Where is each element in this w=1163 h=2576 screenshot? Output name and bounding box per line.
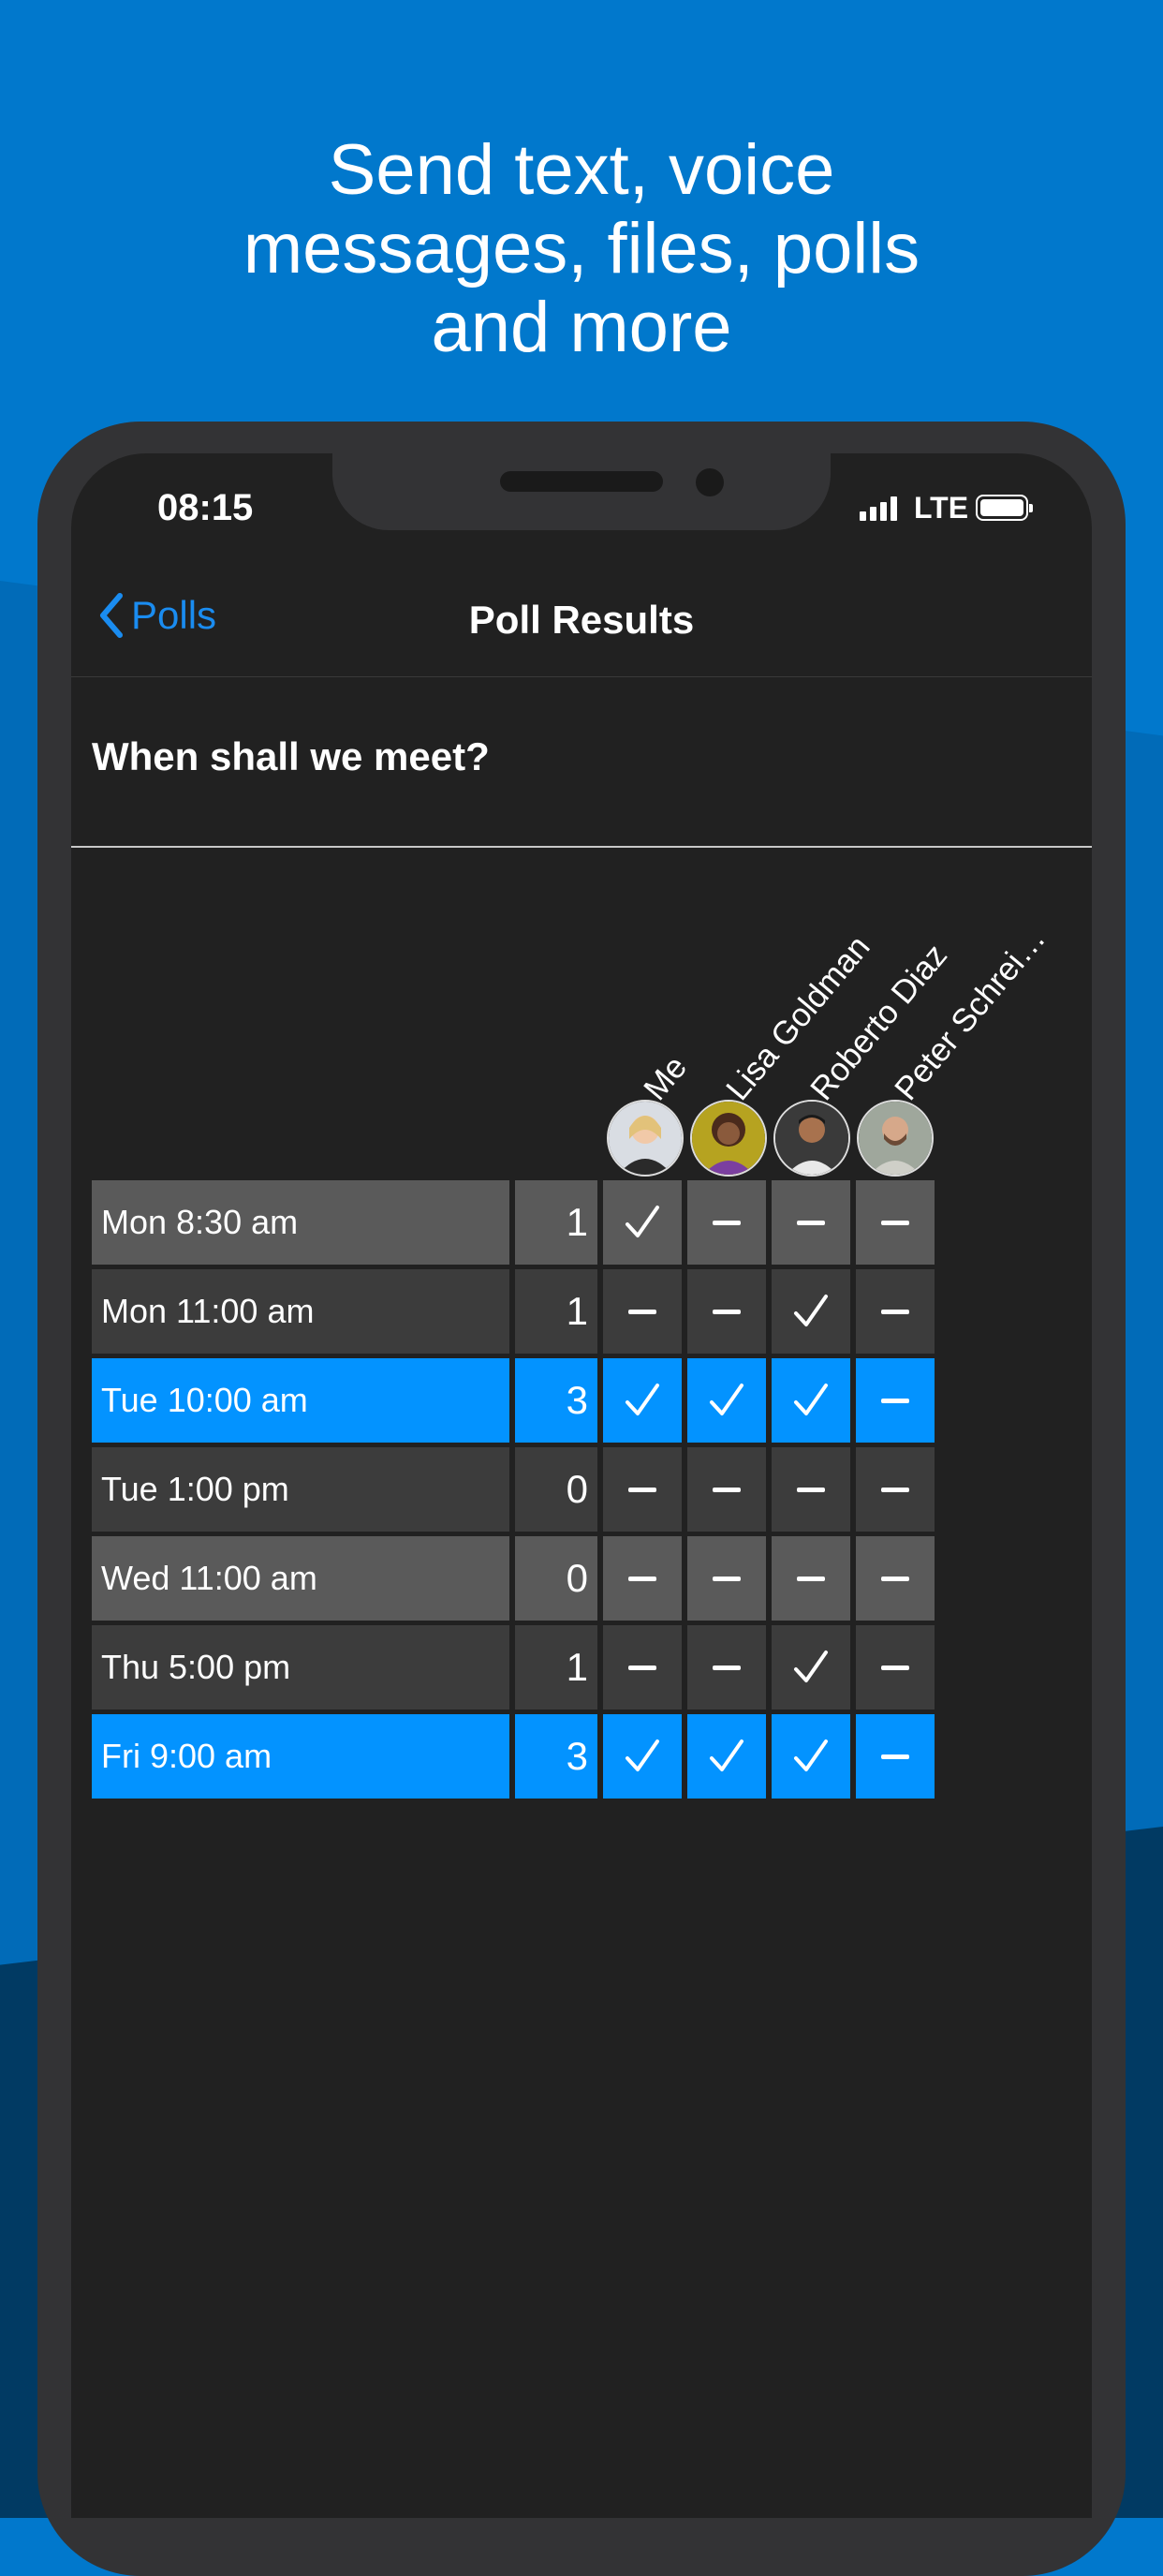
battery-icon xyxy=(976,495,1033,521)
poll-question: When shall we meet? xyxy=(92,734,490,778)
participant-name-peter: Peter Schrei… xyxy=(888,920,1053,1108)
checkmark-icon xyxy=(772,1269,850,1354)
network-type: LTE xyxy=(914,491,969,525)
checkmark-icon xyxy=(687,1714,766,1799)
poll-option-count: 1 xyxy=(515,1269,597,1354)
headline-line-1: Send text, voice xyxy=(328,130,835,210)
poll-option-label: Fri 9:00 am xyxy=(92,1714,509,1799)
checkmark-icon xyxy=(603,1358,682,1443)
poll-option-label: Mon 8:30 am xyxy=(92,1180,509,1265)
dash-icon xyxy=(772,1180,850,1265)
checkmark-icon xyxy=(603,1714,682,1799)
dash-icon xyxy=(856,1180,935,1265)
dash-icon xyxy=(687,1447,766,1532)
poll-option-label: Wed 11:00 am xyxy=(92,1536,509,1621)
page-title: Poll Results xyxy=(468,598,695,642)
dash-icon xyxy=(856,1447,935,1532)
poll-option-count: 0 xyxy=(515,1447,597,1532)
avatar-peter[interactable] xyxy=(857,1100,934,1177)
dash-icon xyxy=(856,1269,935,1354)
dash-icon xyxy=(603,1447,682,1532)
dash-icon xyxy=(856,1625,935,1710)
dash-icon xyxy=(603,1625,682,1710)
poll-option-count: 0 xyxy=(515,1536,597,1621)
avatar-me[interactable] xyxy=(607,1100,684,1177)
dash-icon xyxy=(772,1536,850,1621)
dash-icon xyxy=(856,1714,935,1799)
navigation-bar: Polls Poll Results xyxy=(71,566,1092,677)
dash-icon xyxy=(687,1625,766,1710)
dash-icon xyxy=(687,1180,766,1265)
headline: Send text, voice messages, files, polls … xyxy=(0,131,1163,367)
status-time: 08:15 xyxy=(157,487,254,528)
checkmark-icon xyxy=(687,1358,766,1443)
dash-icon xyxy=(687,1269,766,1354)
headline-line-3: and more xyxy=(431,288,732,367)
phone-notch xyxy=(332,453,831,530)
checkmark-icon xyxy=(772,1358,850,1443)
avatar-lisa[interactable] xyxy=(690,1100,767,1177)
poll-option-label: Mon 11:00 am xyxy=(92,1269,509,1354)
poll-option-label: Tue 1:00 pm xyxy=(92,1447,509,1532)
checkmark-icon xyxy=(772,1625,850,1710)
poll-option-count: 3 xyxy=(515,1358,597,1443)
poll-option-label: Thu 5:00 pm xyxy=(92,1625,509,1710)
poll-option-label: Tue 10:00 am xyxy=(92,1358,509,1443)
dash-icon xyxy=(603,1536,682,1621)
cellular-signal-icon xyxy=(860,496,897,521)
participants-header: Me Lisa Goldman Roberto Diaz Peter Schre… xyxy=(71,847,1092,1193)
checkmark-icon xyxy=(603,1180,682,1265)
poll-option-count: 1 xyxy=(515,1180,597,1265)
dash-icon xyxy=(603,1269,682,1354)
phone-screen: 08:15 LTE Polls Poll Results When shall … xyxy=(71,453,1092,2518)
checkmark-icon xyxy=(772,1714,850,1799)
avatar-roberto[interactable] xyxy=(773,1100,850,1177)
headline-line-2: messages, files, polls xyxy=(243,209,920,289)
dash-icon xyxy=(772,1447,850,1532)
dash-icon xyxy=(856,1358,935,1443)
dash-icon xyxy=(856,1536,935,1621)
phone-speaker xyxy=(500,471,663,492)
phone-camera xyxy=(696,468,724,496)
poll-option-count: 3 xyxy=(515,1714,597,1799)
dash-icon xyxy=(687,1536,766,1621)
poll-option-count: 1 xyxy=(515,1625,597,1710)
